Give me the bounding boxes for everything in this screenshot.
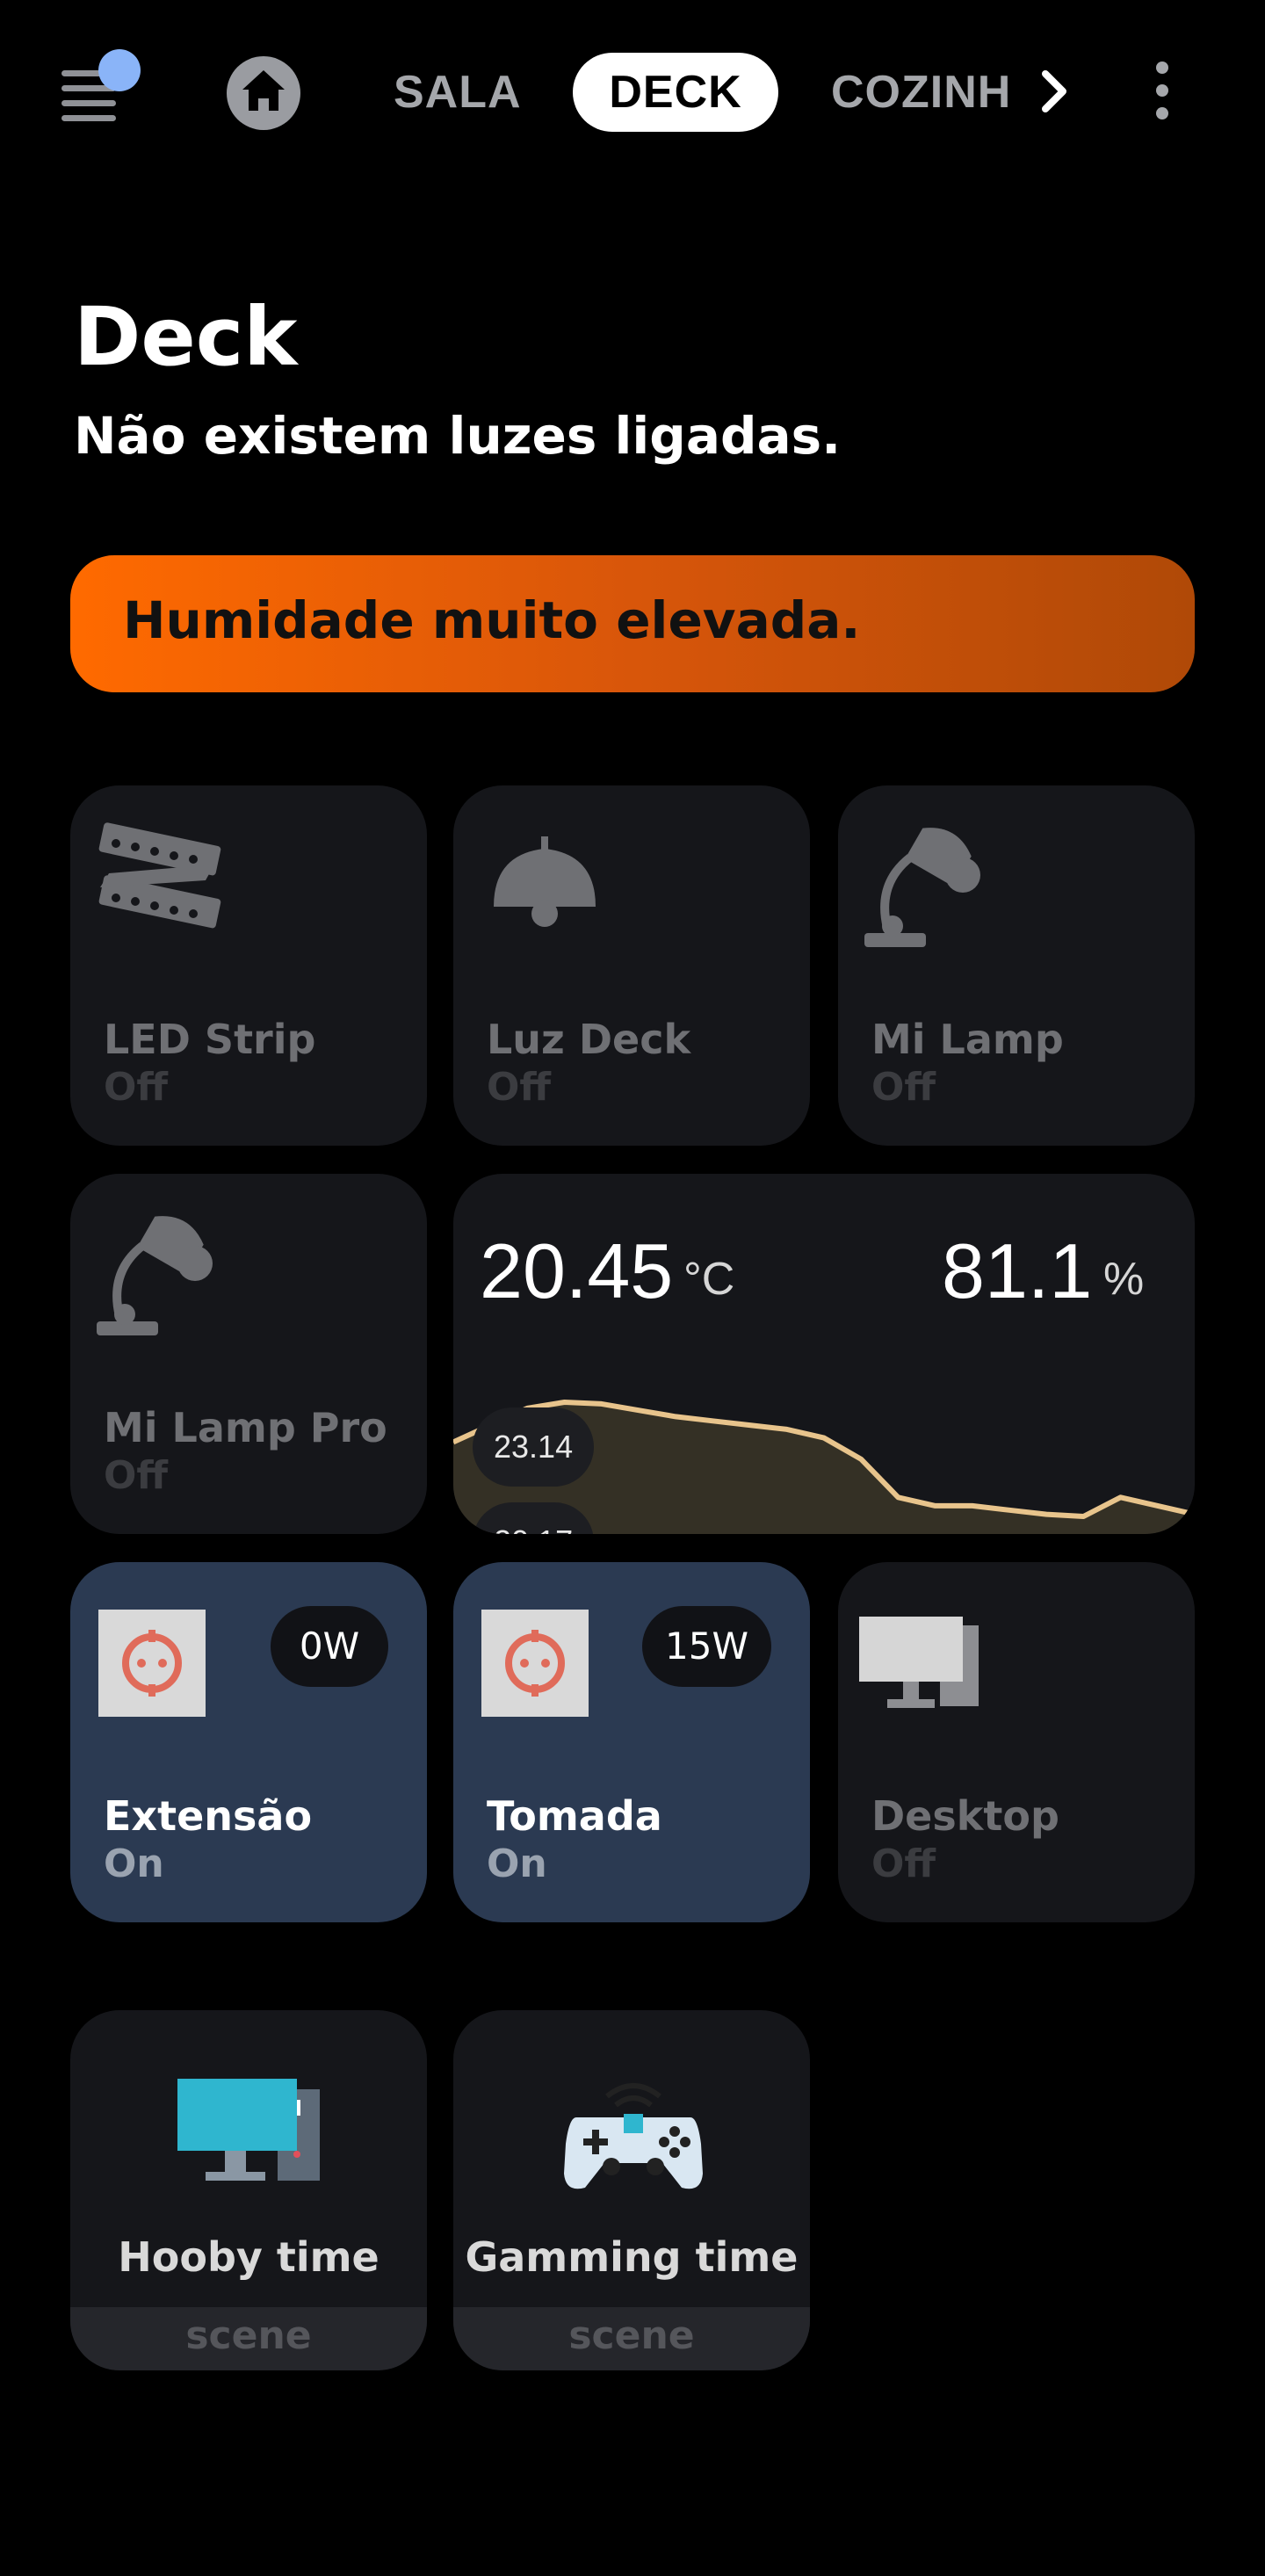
chevron-right-icon[interactable]: [1037, 65, 1072, 118]
notification-dot: [98, 49, 141, 91]
led-strip-icon: [98, 822, 221, 929]
humidity-value: 81.1: [942, 1227, 1093, 1314]
desk-lamp-icon: [864, 828, 980, 947]
device-state: Off: [104, 1065, 169, 1110]
device-state: On: [487, 1842, 547, 1886]
device-name: Luz Deck: [487, 1016, 691, 1063]
device-card-extensao[interactable]: 0W Extensão On: [70, 1562, 427, 1922]
device-name: Desktop: [871, 1792, 1059, 1840]
tab-cozinha[interactable]: COZINH: [831, 53, 1024, 132]
device-name: Extensão: [104, 1792, 313, 1840]
temperature-humidity-sensor-card[interactable]: 20.45 °C 81.1 % 23.14 20.17: [453, 1174, 1195, 1534]
tab-sala[interactable]: SALA: [394, 53, 525, 132]
trend-max-label: 23.14: [473, 1407, 595, 1487]
page-subtitle: Não existem luzes ligadas.: [74, 406, 842, 466]
scene-type-label: scene: [453, 2307, 810, 2370]
scene-type-label: scene: [70, 2307, 427, 2370]
scene-card-gamming-time[interactable]: Gamming time scene: [453, 2010, 810, 2370]
device-state: Off: [871, 1842, 936, 1886]
alert-text: Humidade muito elevada.: [123, 590, 861, 650]
desktop-computer-icon: [859, 1617, 979, 1708]
device-card-mi-lamp-pro[interactable]: Mi Lamp Pro Off: [70, 1174, 427, 1534]
power-reading-badge: 15W: [642, 1606, 771, 1687]
device-name: Mi Lamp: [871, 1016, 1064, 1063]
home-button[interactable]: [227, 56, 300, 130]
device-card-tomada[interactable]: 15W Tomada On: [453, 1562, 810, 1922]
device-state: Off: [871, 1065, 936, 1110]
device-state: On: [104, 1842, 164, 1886]
scene-card-hooby-time[interactable]: Hooby time scene: [70, 2010, 427, 2370]
temperature-value: 20.45: [480, 1227, 674, 1314]
scene-name: Hooby time: [118, 2233, 380, 2281]
temperature-unit: °C: [683, 1254, 735, 1305]
device-state: Off: [104, 1453, 169, 1498]
pendant-lamp-icon: [494, 836, 596, 927]
device-name: LED Strip: [104, 1016, 316, 1063]
scene-name: Gamming time: [465, 2233, 799, 2281]
desk-lamp-icon: [97, 1216, 213, 1335]
more-vert-icon: [1156, 62, 1168, 74]
device-card-mi-lamp[interactable]: Mi Lamp Off: [838, 785, 1195, 1146]
device-name: Tomada: [487, 1792, 662, 1840]
device-card-luz-deck[interactable]: Luz Deck Off: [453, 785, 810, 1146]
home-icon: [242, 70, 285, 111]
power-socket-icon: [98, 1610, 206, 1717]
device-state: Off: [487, 1065, 552, 1110]
humidity-unit: %: [1103, 1254, 1145, 1305]
humidity-alert-banner[interactable]: Humidade muito elevada.: [70, 555, 1195, 692]
device-card-desktop[interactable]: Desktop Off: [838, 1562, 1195, 1922]
power-socket-icon: [481, 1610, 589, 1717]
device-card-led-strip[interactable]: LED Strip Off: [70, 785, 427, 1146]
gamepad-icon: [564, 2083, 703, 2189]
more-options-button[interactable]: [1156, 62, 1191, 123]
tab-deck[interactable]: DECK: [573, 53, 778, 132]
computer-workstation-icon: [177, 2079, 320, 2181]
top-navigation: SALA DECK COZINH: [0, 0, 1265, 185]
page-title: Deck: [74, 290, 298, 384]
power-reading-badge: 0W: [271, 1606, 388, 1687]
device-name: Mi Lamp Pro: [104, 1404, 387, 1451]
